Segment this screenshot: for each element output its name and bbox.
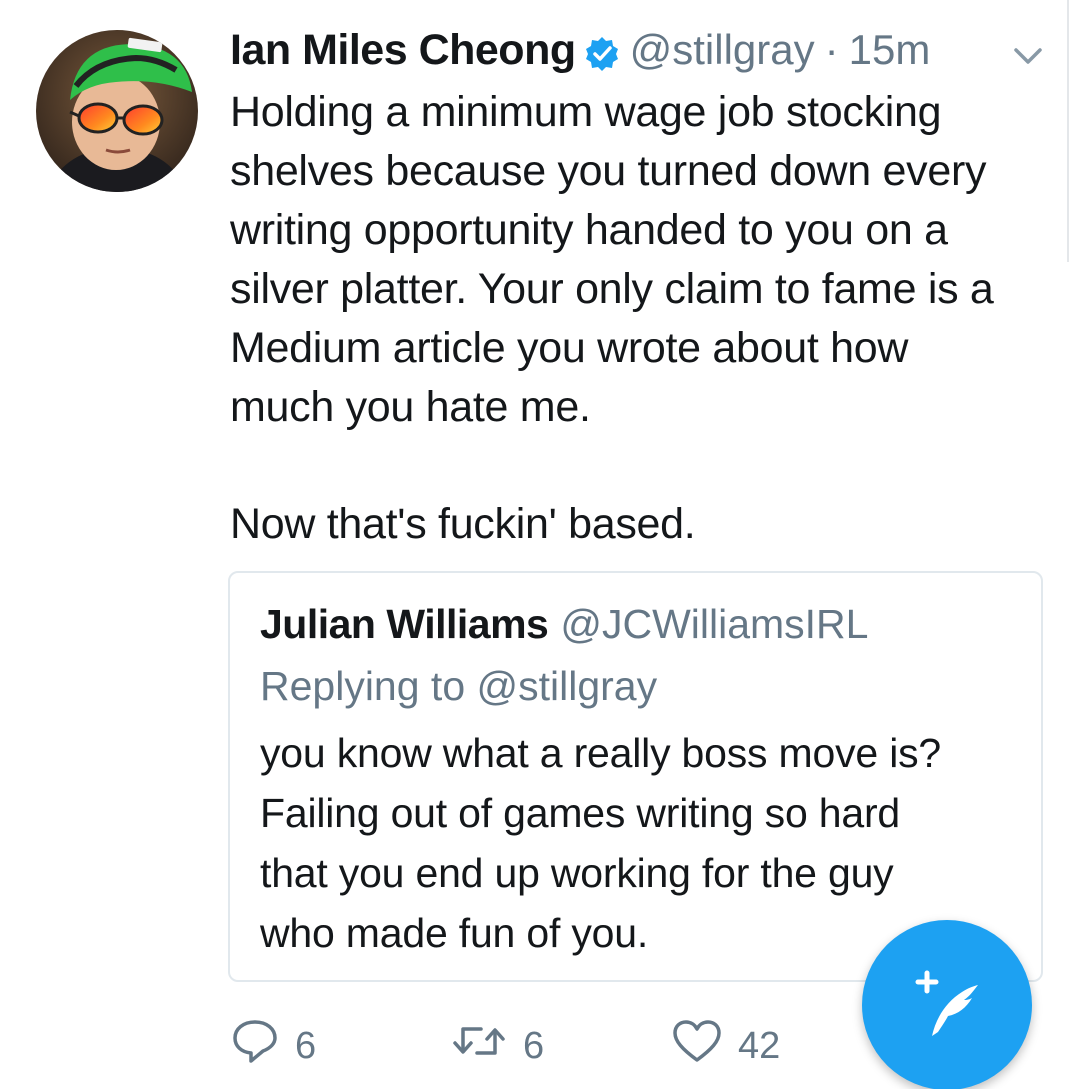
- reply-count: 6: [295, 1024, 317, 1067]
- tweet-timestamp[interactable]: 15m: [849, 24, 931, 76]
- quoted-tweet-header: Julian Williams @JCWilliamsIRL: [260, 599, 868, 649]
- tweet-screen: Ian Miles Cheong @stillgray · 15m Holdin…: [0, 0, 1073, 1089]
- quoted-replying-to: Replying to @stillgray: [260, 663, 658, 709]
- heart-icon: [672, 1019, 722, 1073]
- tweet-text-closing: Now that's fuckin' based.: [230, 500, 696, 548]
- author-name[interactable]: Ian Miles Cheong: [230, 24, 576, 76]
- reply-bubble-icon: [231, 1018, 279, 1074]
- scrollbar[interactable]: [1067, 0, 1069, 262]
- reply-button[interactable]: 6: [231, 1018, 316, 1074]
- author-handle[interactable]: @stillgray: [630, 24, 815, 76]
- like-count: 42: [738, 1024, 781, 1067]
- quoted-tweet[interactable]: Julian Williams @JCWilliamsIRL Replying t…: [228, 571, 1043, 982]
- retweet-button[interactable]: 6: [451, 1018, 544, 1074]
- verified-badge-icon: [584, 32, 620, 71]
- quoted-author-handle: @JCWilliamsIRL: [560, 601, 869, 647]
- tweet-header: Ian Miles Cheong @stillgray · 15m: [230, 24, 930, 76]
- retweet-icon: [451, 1021, 507, 1071]
- avatar[interactable]: [36, 30, 198, 192]
- compose-tweet-icon: [915, 970, 978, 1036]
- quoted-author-name: Julian Williams: [260, 601, 549, 647]
- chevron-down-icon[interactable]: [1010, 40, 1046, 70]
- compose-tweet-button[interactable]: [862, 920, 1032, 1089]
- like-button[interactable]: 42: [672, 1018, 780, 1074]
- tweet-text: Holding a minimum wage job stocking shel…: [230, 88, 994, 431]
- retweet-count: 6: [523, 1024, 545, 1067]
- avatar-image: [36, 30, 198, 192]
- header-separator: ·: [824, 26, 839, 73]
